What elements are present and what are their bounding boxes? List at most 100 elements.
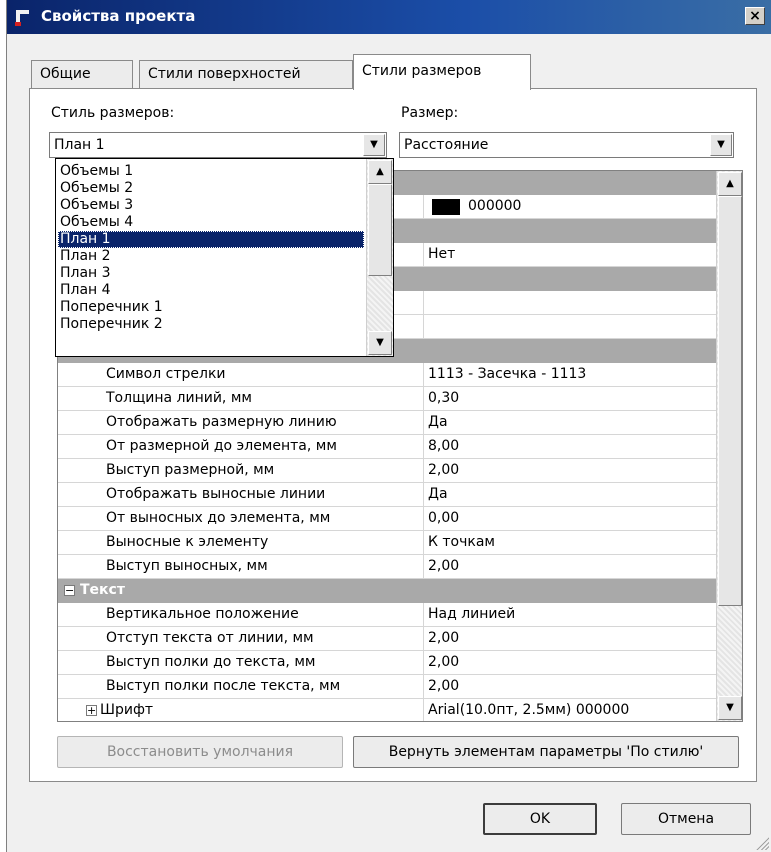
scroll-thumb[interactable]: [718, 196, 742, 606]
scroll-thumb[interactable]: [368, 184, 392, 276]
ok-button[interactable]: OK: [483, 803, 597, 835]
grid-row-value: Над линией: [428, 606, 516, 622]
grid-row[interactable]: Вертикальное положение Над линией: [58, 603, 716, 627]
scroll-down-icon[interactable]: ▼: [368, 331, 392, 355]
column-divider: [423, 627, 424, 650]
grid-row-name: Выступ полки после текста, мм: [106, 678, 341, 694]
restore-defaults-button[interactable]: Восстановить умолчания: [57, 736, 343, 768]
dropdown-scrollbar[interactable]: ▲ ▼: [366, 159, 393, 356]
dimension-style-label: Стиль размеров:: [51, 105, 175, 121]
grid-category-text[interactable]: − Текст: [58, 579, 716, 603]
grid-row-name: Выступ размерной, мм: [106, 462, 275, 478]
dimension-label: Размер:: [401, 105, 459, 121]
grid-row-font[interactable]: + Шрифт Arial(10.0пт, 2.5мм) 000000: [58, 699, 716, 721]
grid-row-value: Arial(10.0пт, 2.5мм) 000000: [428, 702, 630, 718]
column-divider: [423, 435, 424, 458]
grid-row-name: Толщина линий, мм: [106, 390, 252, 406]
column-divider: [423, 411, 424, 434]
tab-surface-styles[interactable]: Стили поверхностей: [139, 60, 353, 88]
list-item[interactable]: Объемы 4: [58, 214, 364, 231]
tab-dimension-styles-label: Стили размеров: [362, 63, 482, 79]
dimension-select[interactable]: Расстояние ▼: [399, 132, 734, 158]
list-item[interactable]: Объемы 2: [58, 180, 364, 197]
grid-row[interactable]: От размерной до элемента, мм 8,00: [58, 435, 716, 459]
list-item[interactable]: Поперечник 1: [58, 299, 364, 316]
chevron-down-icon[interactable]: ▼: [710, 134, 732, 156]
grid-row[interactable]: Выступ размерной, мм 2,00: [58, 459, 716, 483]
resize-grip-icon[interactable]: [755, 836, 769, 850]
grid-row-value: 0,00: [428, 510, 460, 526]
grid-row[interactable]: Символ стрелки 1113 - Засечка - 1113: [58, 363, 716, 387]
scroll-up-icon[interactable]: ▲: [718, 172, 742, 196]
grid-row-value: Да: [428, 414, 448, 430]
column-divider: [423, 507, 424, 530]
grid-scrollbar[interactable]: ▲ ▼: [716, 171, 742, 721]
grid-row-value: 1113 - Засечка - 1113: [428, 366, 587, 382]
grid-row-value: 2,00: [428, 558, 460, 574]
column-divider: [423, 531, 424, 554]
list-item[interactable]: Объемы 1: [58, 163, 364, 180]
project-properties-dialog: Свойства проекта × Общие Стили поверхнос…: [6, 0, 771, 852]
column-divider: [423, 315, 424, 338]
chevron-down-icon[interactable]: ▼: [363, 134, 385, 156]
dimension-style-value: План 1: [54, 137, 105, 153]
grid-row-name: Вертикальное положение: [106, 606, 299, 622]
app-icon: [15, 10, 29, 26]
list-item[interactable]: План 3: [58, 265, 364, 282]
reset-to-style-button[interactable]: Вернуть элементам параметры 'По стилю': [353, 736, 739, 768]
grid-row-name: Символ стрелки: [106, 366, 226, 382]
column-divider: [423, 603, 424, 626]
close-button[interactable]: ×: [745, 7, 765, 25]
grid-row[interactable]: Выступ полки после текста, мм 2,00: [58, 675, 716, 699]
cancel-button[interactable]: Отмена: [621, 803, 751, 835]
grid-row[interactable]: Отображать размерную линию Да: [58, 411, 716, 435]
grid-row-name: Отступ текста от линии, мм: [106, 630, 314, 646]
tab-dimension-styles[interactable]: Стили размеров: [353, 54, 531, 90]
list-item[interactable]: План 4: [58, 282, 364, 299]
tab-general-label: Общие: [40, 66, 91, 82]
tab-surface-styles-label: Стили поверхностей: [148, 66, 301, 82]
grid-row-value: 2,00: [428, 630, 460, 646]
column-divider: [423, 243, 424, 266]
dimension-value: Расстояние: [404, 137, 489, 153]
column-divider: [423, 459, 424, 482]
expand-icon[interactable]: +: [86, 705, 97, 716]
column-divider: [423, 555, 424, 578]
column-divider: [423, 675, 424, 698]
column-divider: [423, 291, 424, 314]
grid-row[interactable]: Выступ выносных, мм 2,00: [58, 555, 716, 579]
grid-row-name: Отображать выносные линии: [106, 486, 326, 502]
scroll-up-icon[interactable]: ▲: [368, 160, 392, 184]
list-item[interactable]: План 2: [58, 248, 364, 265]
grid-row[interactable]: Толщина линий, мм 0,30: [58, 387, 716, 411]
grid-row-value: К точкам: [428, 534, 495, 550]
collapse-icon[interactable]: −: [64, 585, 75, 596]
grid-row[interactable]: Выступ полки до текста, мм 2,00: [58, 651, 716, 675]
grid-row-value: 0,30: [428, 390, 460, 406]
grid-row-value: 2,00: [428, 678, 460, 694]
column-divider: [423, 363, 424, 386]
dimension-style-select[interactable]: План 1 ▼: [49, 132, 387, 158]
list-item[interactable]: Объемы 3: [58, 197, 364, 214]
grid-row[interactable]: От выносных до элемента, мм 0,00: [58, 507, 716, 531]
grid-row[interactable]: Выносные к элементу К точкам: [58, 531, 716, 555]
grid-row[interactable]: Отступ текста от линии, мм 2,00: [58, 627, 716, 651]
grid-row-name: Выступ выносных, мм: [106, 558, 268, 574]
grid-row-value: 2,00: [428, 654, 460, 670]
dimension-style-dropdown-list: Объемы 1 Объемы 2 Объемы 3 Объемы 4 План…: [55, 158, 394, 357]
grid-row-value: 8,00: [428, 438, 460, 454]
column-divider: [423, 387, 424, 410]
color-value: 000000: [468, 198, 522, 214]
grid-row-name: Шрифт: [100, 702, 154, 718]
grid-row-value: Да: [428, 486, 448, 502]
scroll-down-icon[interactable]: ▼: [718, 696, 742, 720]
grid-row-value: 2,00: [428, 462, 460, 478]
grid-row-name: Отображать размерную линию: [106, 414, 337, 430]
list-item[interactable]: Поперечник 2: [58, 316, 364, 333]
grid-row[interactable]: Отображать выносные линии Да: [58, 483, 716, 507]
grid-row-name: От выносных до элемента, мм: [106, 510, 331, 526]
tab-general[interactable]: Общие: [31, 60, 133, 88]
color-swatch-fill: [432, 199, 460, 215]
list-item-selected[interactable]: План 1: [58, 231, 364, 248]
title-bar[interactable]: Свойства проекта ×: [7, 0, 771, 34]
